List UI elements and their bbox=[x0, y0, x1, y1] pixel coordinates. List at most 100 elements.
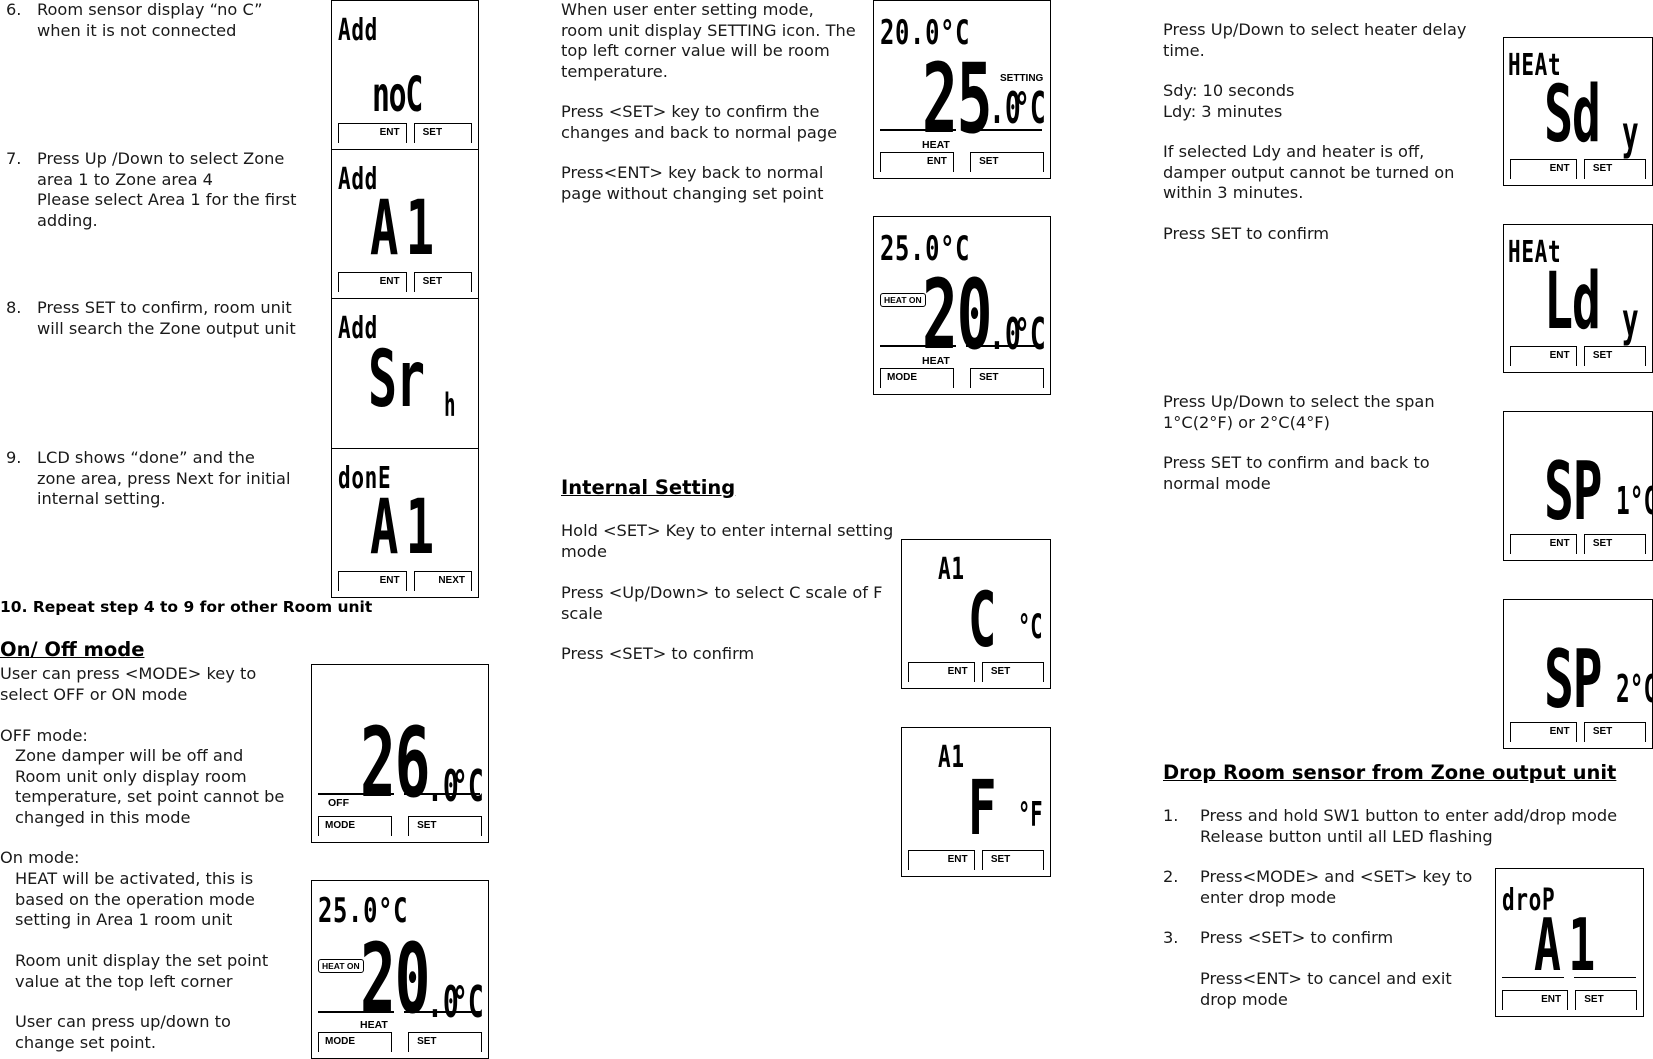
step-7-text: Press Up /Down to select Zone area 1 to … bbox=[37, 149, 297, 230]
step-number: 1. bbox=[1163, 806, 1179, 825]
lcd-add-a1: Add A1 ENT SET bbox=[331, 149, 479, 299]
lcd-heat-sdy: HEAt Sd y ENT SET bbox=[1503, 37, 1653, 186]
step-number: 7. bbox=[6, 149, 22, 168]
lcd-main-text: C bbox=[968, 575, 996, 664]
heat-label: HEAT bbox=[922, 355, 950, 367]
lcd-main-small: y bbox=[1622, 106, 1639, 160]
lcd-unit: °C bbox=[1018, 607, 1043, 647]
set-button: SET bbox=[970, 368, 1044, 388]
internal-setting-heading: Internal Setting bbox=[561, 476, 736, 499]
lcd-top-text: A1 bbox=[938, 552, 965, 587]
step-number: 6. bbox=[6, 0, 22, 19]
set-button: SET bbox=[413, 272, 472, 292]
drop-step-1-text: Press and hold SW1 button to enter add/d… bbox=[1200, 806, 1618, 846]
ent-button: ENT bbox=[1510, 534, 1577, 554]
ent-button: ENT bbox=[880, 152, 954, 172]
span-text-1: Press Up/Down to select the span 1°C(2°F… bbox=[1163, 392, 1435, 432]
lcd-main-small: y bbox=[1622, 293, 1639, 347]
ent-button: ENT bbox=[1510, 722, 1577, 742]
step-10-text: 10. Repeat step 4 to 9 for other Room un… bbox=[0, 598, 373, 616]
lcd-main-text: Sr bbox=[368, 335, 425, 425]
internal-text-2: Press <Up/Down> to select C scale of F s… bbox=[561, 583, 883, 623]
step-6-text: Room sensor display “no C” when it is no… bbox=[37, 0, 263, 40]
on-mode-label: On mode: bbox=[0, 848, 80, 867]
heat-label: HEAT bbox=[922, 139, 950, 151]
mode-button: MODE bbox=[318, 816, 392, 836]
ent-button: ENT bbox=[1510, 346, 1577, 366]
lcd-heat-ldy: HEAt Ld y ENT SET bbox=[1503, 224, 1653, 373]
internal-text-1: Hold <SET> Key to enter internal setting… bbox=[561, 521, 894, 561]
ent-button: ENT bbox=[338, 272, 407, 292]
lcd-done-a1: donE A1 ENT NEXT bbox=[331, 448, 479, 598]
off-label: OFF bbox=[328, 797, 349, 809]
onoff-intro: User can press <MODE> key to select OFF … bbox=[0, 664, 257, 704]
ent-button: ENT bbox=[1510, 159, 1577, 179]
delay-text-3: If selected Ldy and heater is off, dampe… bbox=[1163, 142, 1455, 202]
set-button: SET bbox=[413, 123, 472, 143]
set-button: SET bbox=[408, 816, 482, 836]
delay-text-2: Sdy: 10 seconds Ldy: 3 minutes bbox=[1163, 81, 1295, 121]
drop-heading: Drop Room sensor from Zone output unit bbox=[1163, 761, 1617, 784]
drop-step-3-text: Press <SET> to confirm bbox=[1200, 928, 1394, 947]
set-button: SET bbox=[981, 850, 1044, 870]
lcd-unit: 1°C bbox=[1616, 479, 1653, 523]
lcd-add-noc: Add noC ENT SET bbox=[331, 0, 479, 150]
step-number: 3. bbox=[1163, 928, 1179, 947]
lcd-span-1c: SP 1°C ENT SET bbox=[1503, 411, 1653, 561]
lcd-main-text: SP bbox=[1544, 633, 1602, 726]
lcd-unit: °C bbox=[452, 761, 484, 812]
delay-text-4: Press SET to confirm bbox=[1163, 224, 1330, 243]
lcd-scale-c: A1 C °C ENT SET bbox=[901, 539, 1051, 689]
lcd-drop-a1: droP A1 ENT SET bbox=[1495, 868, 1644, 1017]
lcd-main-text: SP bbox=[1544, 445, 1602, 538]
lcd-main-text: 20 bbox=[922, 259, 992, 371]
set-button: SET bbox=[1583, 159, 1646, 179]
lcd-top-text: A1 bbox=[938, 740, 965, 775]
step-number: 8. bbox=[6, 298, 22, 317]
lcd-scale-f: A1 F °F ENT SET bbox=[901, 727, 1051, 877]
lcd-main-text: A1 bbox=[1534, 903, 1603, 987]
lcd-unit: °F bbox=[1018, 795, 1043, 835]
step-number: 9. bbox=[6, 448, 22, 467]
setting-text-2: Press <SET> key to confirm the changes a… bbox=[561, 102, 838, 142]
lcd-main-text: 26 bbox=[360, 707, 430, 819]
on-mode-text-1: HEAT will be activated, this is based on… bbox=[15, 869, 255, 929]
delay-text-1: Press Up/Down to select heater delay tim… bbox=[1163, 20, 1467, 60]
lcd-off-mode: 26 .0 °C OFF MODE SET bbox=[311, 664, 489, 843]
off-mode-text: Zone damper will be off and Room unit on… bbox=[15, 746, 285, 827]
set-button: SET bbox=[1583, 346, 1646, 366]
span-text-2: Press SET to confirm and back to normal … bbox=[1163, 453, 1430, 493]
set-button: SET bbox=[981, 662, 1044, 682]
internal-text-3: Press <SET> to confirm bbox=[561, 644, 755, 663]
lcd-setting-mode: 20.0°C 25 SETTING .0 °C HEAT ENT SET bbox=[873, 0, 1051, 179]
onoff-heading: On/ Off mode bbox=[0, 638, 145, 661]
set-button: SET bbox=[408, 1032, 482, 1052]
lcd-span-2c: SP 2°C ENT SET bbox=[1503, 599, 1653, 749]
lcd-main-text: A1 bbox=[370, 482, 442, 571]
ent-button: ENT bbox=[908, 850, 975, 870]
set-button: SET bbox=[970, 152, 1044, 172]
off-mode-label: OFF mode: bbox=[0, 726, 88, 745]
step-number: 2. bbox=[1163, 867, 1179, 886]
lcd-top-text: Add bbox=[338, 13, 379, 48]
heat-label: HEAT bbox=[360, 1019, 388, 1031]
ent-button: ENT bbox=[338, 571, 407, 591]
heat-on-badge: HEAT ON bbox=[880, 293, 926, 307]
set-button: SET bbox=[1575, 990, 1637, 1010]
lcd-unit: °C bbox=[452, 977, 484, 1028]
lcd-add-search: Add Sr h bbox=[331, 298, 479, 449]
lcd-main-text: Ld bbox=[1544, 257, 1601, 347]
ent-button: ENT bbox=[338, 123, 407, 143]
lcd-main-text: noC bbox=[372, 67, 423, 123]
set-button: SET bbox=[1583, 722, 1646, 742]
lcd-on-mode: 25.0°C HEAT ON 20 .0 °C HEAT MODE SET bbox=[311, 880, 489, 1059]
step-9-text: LCD shows “done” and the zone area, pres… bbox=[37, 448, 291, 508]
lcd-heat-on: 25.0°C HEAT ON 20 .0 °C HEAT MODE SET bbox=[873, 216, 1051, 395]
drop-cancel-text: Press<ENT> to cancel and exit drop mode bbox=[1200, 969, 1452, 1009]
mode-button: MODE bbox=[318, 1032, 392, 1052]
ent-button: ENT bbox=[908, 662, 975, 682]
step-8-text: Press SET to confirm, room unit will sea… bbox=[37, 298, 296, 338]
lcd-main-text: F bbox=[968, 763, 996, 852]
heat-on-badge: HEAT ON bbox=[318, 959, 364, 973]
drop-step-2-text: Press<MODE> and <SET> key to enter drop … bbox=[1200, 867, 1473, 907]
